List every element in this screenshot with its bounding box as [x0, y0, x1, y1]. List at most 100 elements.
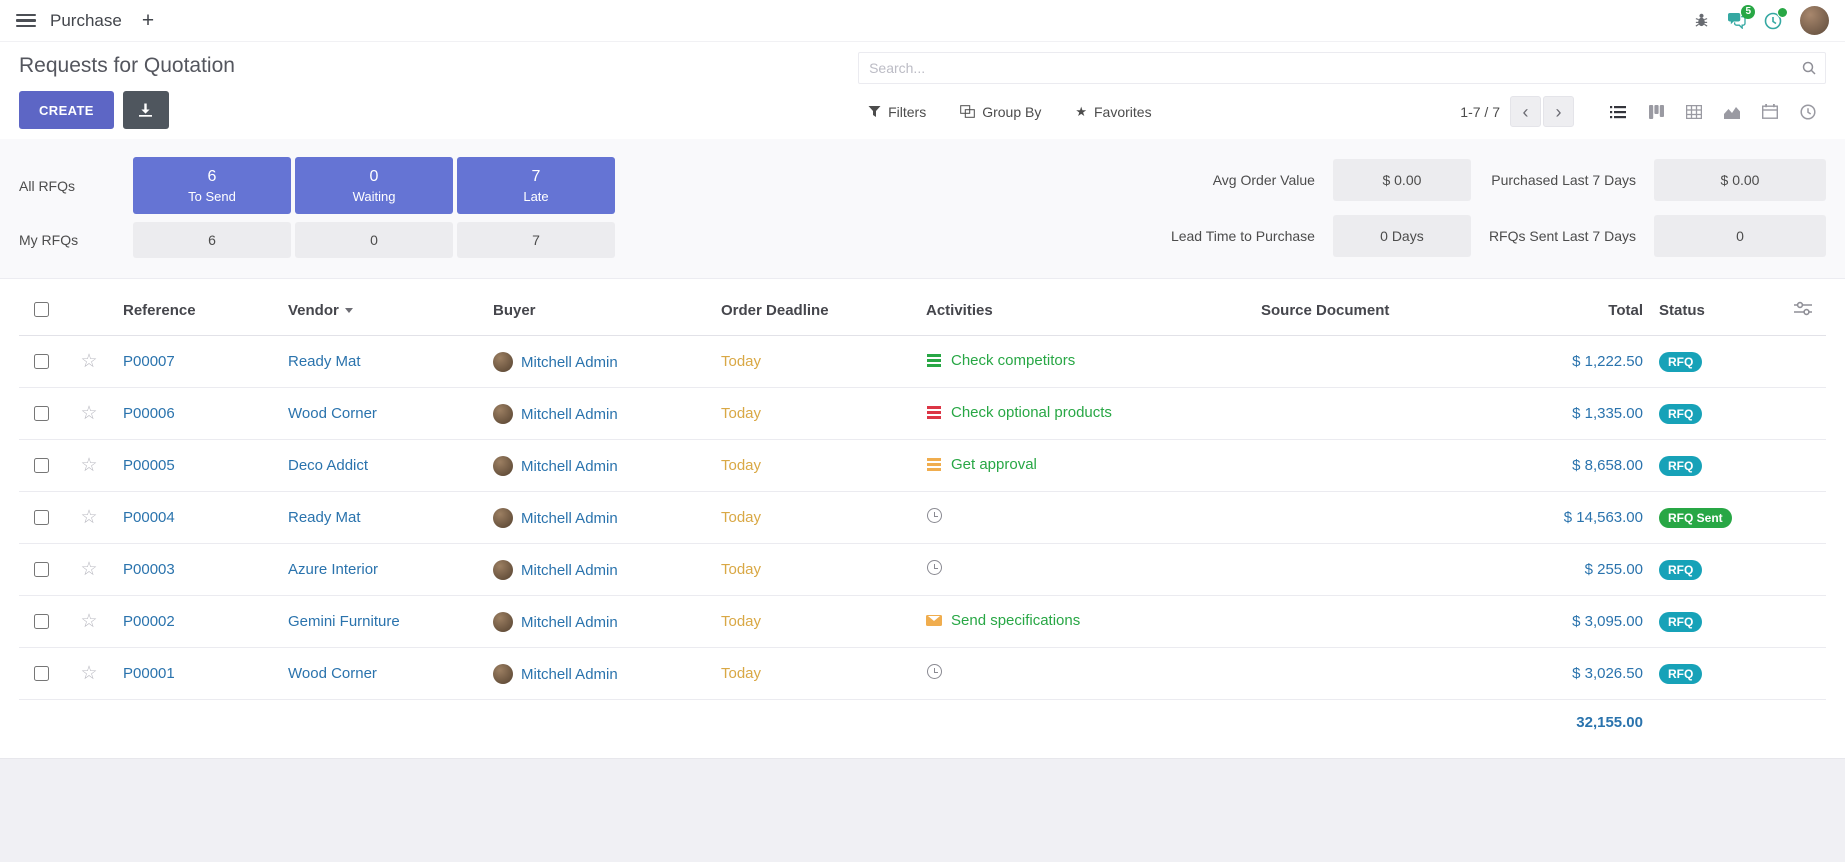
vendor-link[interactable]: Azure Interior — [288, 561, 378, 578]
favorite-star-icon[interactable]: ☆ — [80, 507, 97, 528]
header-total[interactable]: Total — [1501, 285, 1651, 336]
late-tile[interactable]: 7 Late — [457, 157, 615, 214]
favorite-star-icon[interactable]: ☆ — [80, 663, 97, 684]
reference-link[interactable]: P00005 — [123, 457, 175, 474]
pivot-view-icon[interactable] — [1676, 96, 1712, 127]
calendar-view-icon[interactable] — [1752, 96, 1788, 127]
search-bar[interactable] — [858, 52, 1826, 84]
messages-icon[interactable]: 5 — [1727, 12, 1746, 29]
purchase-dashboard: All RFQs 6 To Send 0 Waiting 7 Late My R… — [0, 139, 1845, 279]
reference-link[interactable]: P00003 — [123, 561, 175, 578]
buyer-link[interactable]: Mitchell Admin — [521, 614, 618, 631]
header-activities[interactable]: Activities — [918, 285, 1253, 336]
select-all-checkbox[interactable] — [34, 302, 49, 317]
header-vendor[interactable]: Vendor — [280, 285, 485, 336]
rfq-row[interactable]: ☆ P00006 Wood Corner Mitchell Admin Toda… — [19, 388, 1826, 440]
activity-button[interactable]: Check optional products — [926, 404, 1112, 421]
header-buyer[interactable]: Buyer — [485, 285, 713, 336]
list-view-icon[interactable] — [1600, 96, 1636, 127]
row-checkbox[interactable] — [34, 458, 49, 473]
header-reference[interactable]: Reference — [115, 285, 280, 336]
my-waiting-cell[interactable]: 0 — [295, 222, 453, 258]
favorite-star-icon[interactable]: ☆ — [80, 559, 97, 580]
activity-view-icon[interactable] — [1790, 96, 1826, 127]
row-checkbox[interactable] — [34, 510, 49, 525]
reference-link[interactable]: P00004 — [123, 509, 175, 526]
header-order-deadline[interactable]: Order Deadline — [713, 285, 918, 336]
kanban-view-icon[interactable] — [1638, 96, 1674, 127]
reference-link[interactable]: P00007 — [123, 353, 175, 370]
buyer-link[interactable]: Mitchell Admin — [521, 406, 618, 423]
activity-button[interactable] — [926, 664, 951, 679]
header-status[interactable]: Status — [1651, 285, 1779, 336]
rfq-row[interactable]: ☆ P00003 Azure Interior Mitchell Admin T… — [19, 544, 1826, 596]
favorites-star-icon: ★ — [1075, 104, 1087, 120]
my-late-cell[interactable]: 7 — [457, 222, 615, 258]
buyer-link[interactable]: Mitchell Admin — [521, 354, 618, 371]
user-avatar[interactable] — [1800, 6, 1829, 35]
row-checkbox[interactable] — [34, 614, 49, 629]
activities-clock-icon[interactable] — [1764, 12, 1782, 30]
export-button[interactable] — [123, 91, 169, 129]
buyer-link[interactable]: Mitchell Admin — [521, 666, 618, 683]
search-input[interactable] — [858, 52, 1826, 84]
activity-button[interactable]: Check competitors — [926, 352, 1075, 369]
rfq-row[interactable]: ☆ P00005 Deco Addict Mitchell Admin Toda… — [19, 440, 1826, 492]
row-checkbox[interactable] — [34, 406, 49, 421]
optional-columns-icon[interactable] — [1779, 285, 1826, 336]
favorite-star-icon[interactable]: ☆ — [80, 611, 97, 632]
favorite-star-icon[interactable]: ☆ — [80, 351, 97, 372]
my-to-send-cell[interactable]: 6 — [133, 222, 291, 258]
to-send-tile[interactable]: 6 To Send — [133, 157, 291, 214]
buyer-link[interactable]: Mitchell Admin — [521, 510, 618, 527]
waiting-tile[interactable]: 0 Waiting — [295, 157, 453, 214]
status-badge: RFQ — [1659, 352, 1702, 372]
vendor-link[interactable]: Deco Addict — [288, 457, 368, 474]
rfq-row[interactable]: ☆ P00001 Wood Corner Mitchell Admin Toda… — [19, 648, 1826, 700]
buyer-link[interactable]: Mitchell Admin — [521, 458, 618, 475]
activity-button[interactable]: Send specifications — [926, 612, 1080, 629]
row-checkbox[interactable] — [34, 354, 49, 369]
vendor-link[interactable]: Gemini Furniture — [288, 613, 400, 630]
header-source-document[interactable]: Source Document — [1253, 285, 1501, 336]
buyer-avatar — [493, 352, 513, 372]
activity-button[interactable] — [926, 560, 951, 575]
total-amount: $ 14,563.00 — [1501, 492, 1651, 544]
search-icon[interactable] — [1801, 60, 1817, 81]
row-checkbox[interactable] — [34, 666, 49, 681]
favorite-star-icon[interactable]: ☆ — [80, 403, 97, 424]
vendor-link[interactable]: Wood Corner — [288, 405, 377, 422]
table-header-row: Reference Vendor Buyer Order Deadline Ac… — [19, 285, 1826, 336]
vendor-link[interactable]: Wood Corner — [288, 665, 377, 682]
reference-link[interactable]: P00001 — [123, 665, 175, 682]
app-name-menu[interactable]: Purchase — [50, 11, 122, 31]
apps-menu-icon[interactable] — [16, 14, 36, 28]
debug-bug-icon[interactable] — [1694, 13, 1709, 28]
rfq-row[interactable]: ☆ P00007 Ready Mat Mitchell Admin Today … — [19, 336, 1826, 388]
reference-link[interactable]: P00002 — [123, 613, 175, 630]
activity-type-icon — [926, 405, 944, 420]
reference-link[interactable]: P00006 — [123, 405, 175, 422]
rfq-row[interactable]: ☆ P00002 Gemini Furniture Mitchell Admin… — [19, 596, 1826, 648]
buyer-link[interactable]: Mitchell Admin — [521, 562, 618, 579]
vendor-link[interactable]: Ready Mat — [288, 353, 361, 370]
plus-icon[interactable]: + — [142, 10, 154, 31]
filters-button[interactable]: Filters — [868, 104, 926, 120]
favorite-star-icon[interactable]: ☆ — [80, 455, 97, 476]
group-by-button[interactable]: Group By — [960, 104, 1041, 120]
page-background — [0, 758, 1845, 862]
graph-view-icon[interactable] — [1714, 96, 1750, 127]
activity-button[interactable] — [926, 508, 951, 523]
rfq-row[interactable]: ☆ P00004 Ready Mat Mitchell Admin Today … — [19, 492, 1826, 544]
status-badge: RFQ — [1659, 404, 1702, 424]
rfq-table: Reference Vendor Buyer Order Deadline Ac… — [19, 285, 1826, 746]
favorites-button[interactable]: ★ Favorites — [1075, 104, 1151, 120]
buyer-avatar — [493, 456, 513, 476]
footer-total: 32,155.00 — [1501, 700, 1651, 746]
pager-next-button[interactable]: › — [1543, 96, 1574, 127]
create-button[interactable]: CREATE — [19, 91, 114, 129]
row-checkbox[interactable] — [34, 562, 49, 577]
vendor-link[interactable]: Ready Mat — [288, 509, 361, 526]
pager-prev-button[interactable]: ‹ — [1510, 96, 1541, 127]
activity-button[interactable]: Get approval — [926, 456, 1037, 473]
